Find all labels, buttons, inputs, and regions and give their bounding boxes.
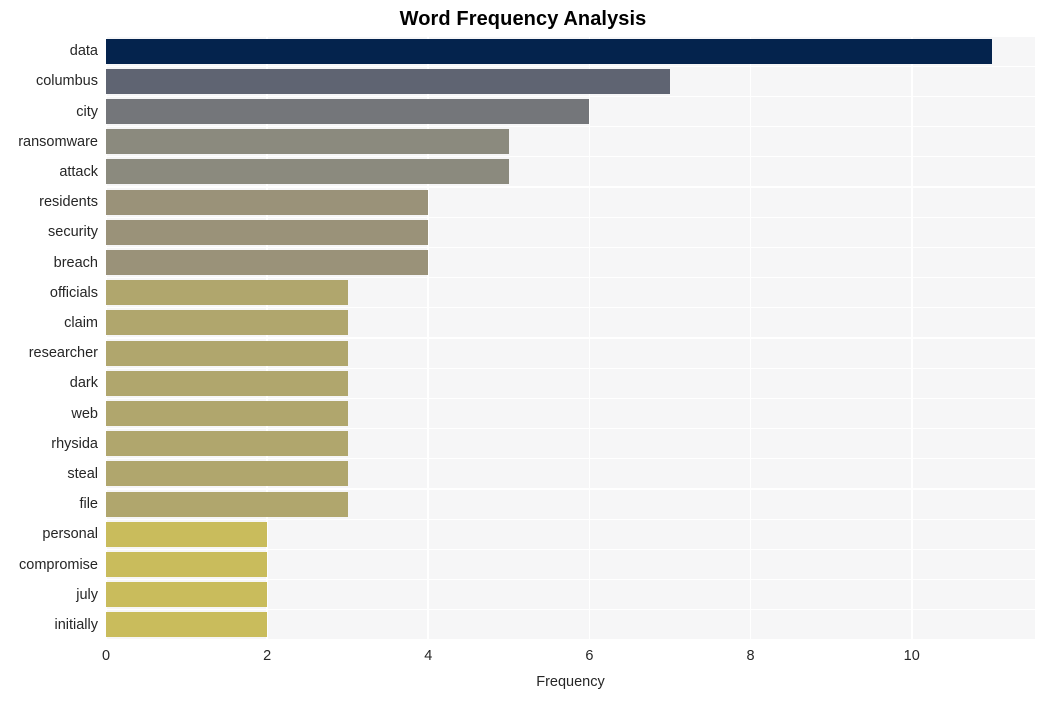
y-tick-label-columbus: columbus (35, 73, 98, 90)
gridline-row (106, 397, 1035, 400)
bar-july[interactable] (106, 582, 268, 608)
y-axis-tick-labels: data columbus city ransomware attack resident… (0, 36, 98, 640)
chart-title: Word Frequency Analysis (399, 8, 647, 30)
y-tick-label-researcher: researcher (28, 345, 98, 362)
plot-area (106, 36, 1035, 640)
y-tick-label-rhysida: rhysida (51, 435, 98, 452)
gridline-row (106, 367, 1035, 369)
y-tick-label-web: web (71, 405, 98, 422)
gridline-row (106, 548, 1035, 551)
bar-data[interactable] (106, 38, 993, 64)
x-tick-label-10: 10 (903, 648, 920, 664)
bar-security[interactable] (106, 219, 429, 245)
y-tick-label-initially: initially (54, 616, 98, 633)
gridline-row (106, 276, 1035, 279)
bar-researcher[interactable] (106, 340, 348, 366)
y-tick-label-compromise: compromise (19, 556, 98, 573)
y-tick-label-july: july (76, 586, 98, 603)
gridline-row (106, 65, 1035, 67)
bar-steal[interactable] (106, 461, 348, 487)
y-tick-label-security: security (48, 224, 98, 241)
y-tick-label-ransomware: ransomware (18, 133, 98, 150)
x-axis-label: Frequency (536, 674, 605, 690)
y-tick-label-claim: claim (64, 314, 98, 331)
y-tick-label-attack: attack (59, 163, 98, 180)
bar-compromise[interactable] (106, 552, 268, 577)
gridline-row (106, 609, 1035, 611)
gridline-row (106, 518, 1035, 520)
gridline-row (106, 156, 1035, 158)
bar-officials[interactable] (106, 280, 348, 306)
bar-dark[interactable] (106, 370, 348, 396)
bar-claim[interactable] (106, 310, 348, 336)
bar-city[interactable] (106, 99, 590, 124)
x-tick-label-6: 6 (585, 648, 594, 664)
bar-initially[interactable] (106, 612, 268, 638)
bar-personal[interactable] (106, 521, 268, 547)
bar-breach[interactable] (106, 250, 429, 275)
y-tick-label-data: data (69, 43, 98, 60)
bar-residents[interactable] (106, 189, 429, 215)
bar-ransomware[interactable] (106, 129, 509, 155)
gridline-row (106, 246, 1035, 249)
y-tick-label-residents: residents (39, 194, 98, 211)
bar-web[interactable] (106, 401, 348, 426)
gridline-row (106, 488, 1035, 490)
word-frequency-bar-chart: Word Frequency Analysis data columbus city… (0, 0, 1046, 701)
x-tick-label-8: 8 (746, 648, 755, 664)
y-tick-label-personal: personal (42, 526, 98, 543)
gridline-row (106, 578, 1035, 581)
gridline-row (106, 427, 1035, 430)
bar-attack[interactable] (106, 159, 509, 185)
y-tick-label-file: file (79, 496, 98, 513)
gridline-row (106, 36, 1035, 37)
gridline-row (106, 95, 1035, 98)
gridline-row (106, 307, 1035, 309)
gridline-row (106, 458, 1035, 460)
bar-file[interactable] (106, 491, 348, 517)
gridline-row (106, 216, 1035, 218)
gridline-row (106, 337, 1035, 339)
x-tick-label-4: 4 (424, 648, 433, 664)
y-tick-label-steal: steal (67, 465, 98, 482)
y-tick-label-officials: officials (49, 284, 98, 301)
y-tick-label-breach: breach (53, 254, 98, 271)
x-tick-label-2: 2 (263, 648, 272, 664)
bar-rhysida[interactable] (106, 431, 348, 457)
gridline-row (106, 186, 1035, 188)
gridline-row (106, 125, 1035, 128)
x-tick-label-0: 0 (101, 648, 111, 664)
bar-columbus[interactable] (106, 68, 670, 94)
x-axis-tick-labels: 0 2 4 6 8 10 (102, 640, 1035, 670)
y-tick-label-city: city (76, 103, 98, 120)
y-tick-label-dark: dark (69, 375, 98, 392)
